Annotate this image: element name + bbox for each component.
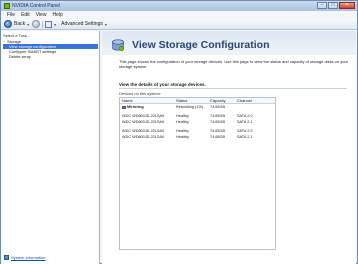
column-header-name[interactable]: Name — [120, 98, 174, 103]
advanced-settings-dropdown[interactable]: ▾ — [105, 22, 107, 27]
status-cell: Rebuilding (1%) — [176, 105, 204, 109]
toolbar-separator — [42, 20, 44, 28]
home-dropdown[interactable]: ▾ — [54, 22, 56, 27]
array-name-cell: Mirroring — [120, 104, 174, 110]
disk-name-cell: WDC WD800JD-22LSA0 — [122, 135, 165, 139]
menu-help[interactable]: Help — [49, 11, 65, 19]
maximize-button[interactable]: □ — [328, 2, 338, 9]
capacity-cell: 74.65GB — [210, 105, 225, 109]
array-name: Mirroring — [127, 105, 144, 109]
back-icon[interactable]: ‹ — [4, 20, 12, 28]
home-icon[interactable] — [45, 20, 53, 28]
forward-icon[interactable]: › — [32, 20, 41, 28]
content-pane: View Storage Configuration This page sho… — [102, 31, 356, 264]
column-header-channel[interactable]: Channel — [235, 98, 273, 103]
page-title: View Storage Configuration — [132, 39, 270, 51]
back-history-dropdown[interactable]: ▾ — [27, 22, 29, 27]
array-icon — [122, 105, 126, 109]
section-divider — [119, 88, 347, 89]
task-tree: − Storage View storage configuration Conf… — [3, 39, 98, 59]
task-pane: Select a Task... − Storage View storage c… — [1, 31, 100, 264]
info-icon — [4, 255, 9, 260]
channel-cell: SATA 2.1 — [237, 120, 253, 124]
status-cell: Healthy — [176, 120, 189, 124]
nvidia-logo-icon — [4, 3, 10, 9]
window-controls: – □ ✕ — [316, 2, 355, 10]
task-label: Select a Task... — [3, 33, 31, 38]
column-header-capacity[interactable]: Capacity — [208, 98, 235, 103]
table-row[interactable]: WDC WD800JD-22LSA0 Healthy 74.65GB SATA … — [120, 134, 275, 140]
capacity-cell: 74.65GB — [210, 135, 225, 139]
menu-view[interactable]: View — [33, 11, 50, 19]
section-heading: View the details of your storage devices… — [119, 82, 206, 87]
title-bar[interactable]: NVIDIA Control Panel – □ ✕ — [1, 1, 357, 11]
column-header-status[interactable]: Status — [174, 98, 208, 103]
menu-edit[interactable]: Edit — [18, 11, 33, 19]
window-title: NVIDIA Control Panel — [12, 3, 61, 9]
system-information-link[interactable]: System Information — [4, 255, 45, 260]
page-header: View Storage Configuration — [102, 31, 356, 55]
devices-label: Devices on this system: — [119, 91, 162, 96]
status-cell: Healthy — [176, 135, 189, 139]
menu-bar: File Edit View Help — [1, 11, 357, 19]
advanced-settings-button[interactable]: Advanced Settings — [61, 21, 103, 27]
minimize-button[interactable]: – — [317, 2, 327, 9]
page-description: This page shows the configuration of you… — [119, 59, 349, 69]
channel-cell: SATA 2.1 — [237, 135, 253, 139]
table-row[interactable]: WDC WD800JD-22LSA0 Healthy 74.65GB SATA … — [120, 119, 275, 125]
menu-file[interactable]: File — [4, 11, 18, 19]
device-list[interactable]: Name Status Capacity Channel Mirroring R… — [119, 97, 276, 250]
app-window: NVIDIA Control Panel – □ ✕ File Edit Vie… — [0, 0, 358, 264]
toolbar: ‹ Back ▾ › ▾ Advanced Settings ▾ — [1, 19, 357, 30]
capacity-cell: 74.65GB — [210, 120, 225, 124]
tree-item-delete-array[interactable]: Delete array — [3, 54, 98, 59]
disk-name-cell: WDC WD800JD-22LSA0 — [122, 120, 165, 124]
close-button[interactable]: ✕ — [339, 2, 355, 9]
back-label[interactable]: Back — [14, 21, 25, 27]
system-information-label[interactable]: System Information — [11, 255, 45, 260]
storage-icon — [112, 39, 125, 52]
tree-item-label: Delete array — [9, 54, 31, 59]
